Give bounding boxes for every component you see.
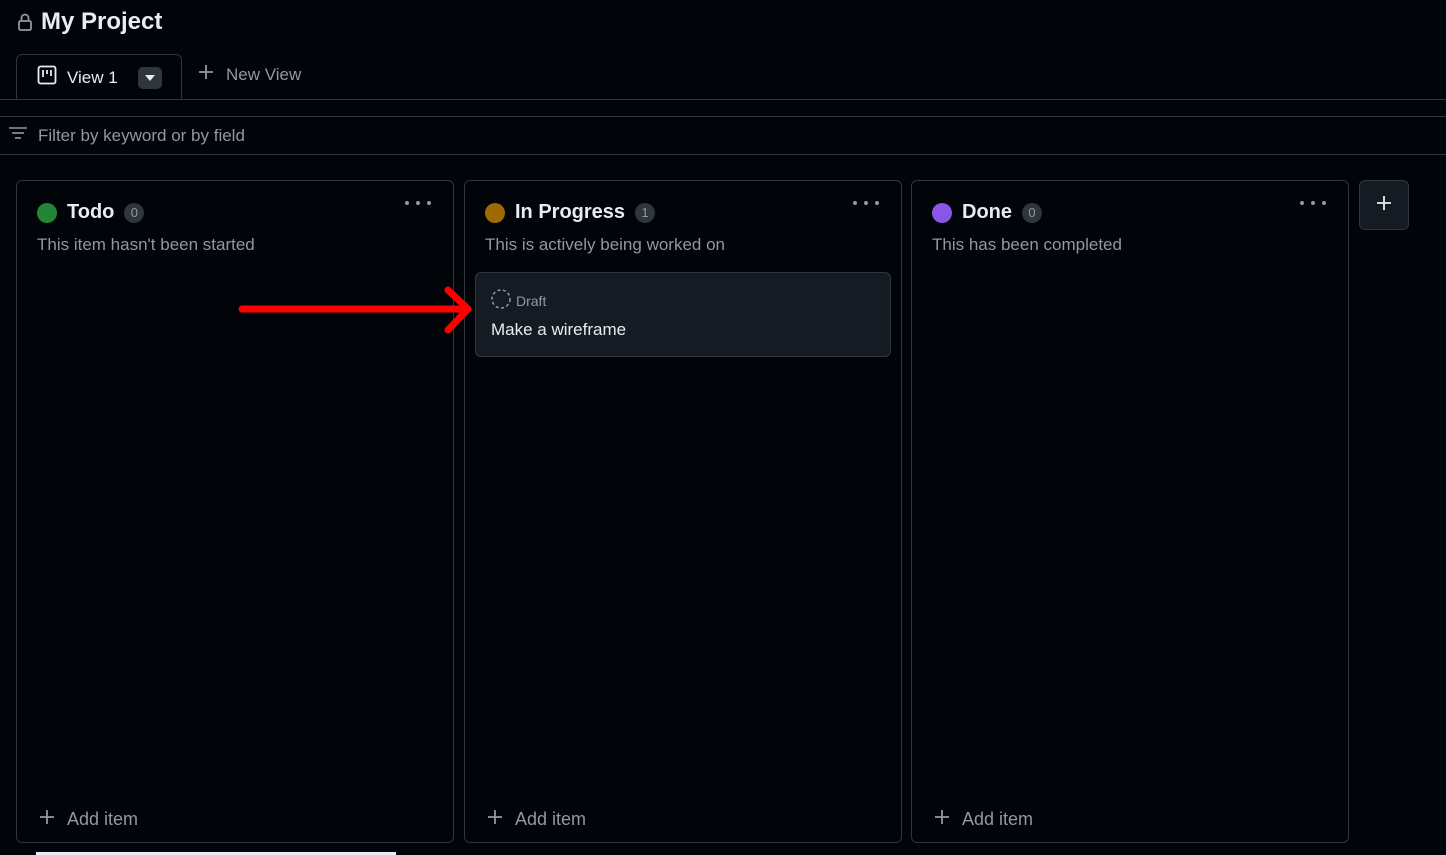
add-item-label: Add item bbox=[515, 809, 587, 829]
filter-icon bbox=[8, 125, 28, 146]
kebab-horizontal-icon[interactable] bbox=[405, 195, 431, 211]
add-item-button[interactable]: Add item bbox=[934, 809, 1033, 830]
column-title: Done bbox=[962, 201, 1012, 223]
item-count-badge: 0 bbox=[124, 202, 145, 223]
red-arrow-annotation bbox=[236, 282, 476, 343]
add-column-button[interactable] bbox=[1359, 180, 1409, 230]
status-dot bbox=[932, 202, 952, 223]
column-todo: Todo 0 This item hasn't been started Add… bbox=[16, 180, 454, 843]
column-title: In Progress bbox=[515, 201, 626, 223]
triangle-down-icon bbox=[144, 74, 155, 81]
new-view-button[interactable]: New View bbox=[198, 64, 301, 85]
plus-icon bbox=[1376, 195, 1392, 216]
column-description: This has been completed bbox=[932, 235, 1122, 254]
project-title-row: My Project bbox=[17, 8, 162, 36]
plus-icon bbox=[487, 809, 503, 830]
page-title: My Project bbox=[41, 8, 163, 35]
column-header: Done 0 bbox=[932, 201, 1042, 224]
item-count-badge: 0 bbox=[1022, 202, 1042, 223]
project-header: My Project View 1 New View bbox=[0, 0, 1446, 100]
dashed-circle-icon bbox=[490, 288, 512, 313]
column-done: Done 0 This has been completed Add item bbox=[911, 180, 1349, 843]
new-view-label: New View bbox=[226, 64, 302, 84]
add-item-label: Add item bbox=[67, 809, 139, 829]
tab-view-1[interactable]: View 1 bbox=[16, 54, 182, 100]
item-count-badge: 1 bbox=[635, 202, 656, 223]
draft-label: Draft bbox=[516, 292, 547, 309]
status-dot bbox=[485, 202, 505, 223]
board-icon bbox=[37, 65, 57, 90]
card-title[interactable]: Make a wireframe bbox=[491, 320, 626, 340]
column-in-progress: In Progress 1 This is actively being wor… bbox=[464, 180, 902, 843]
draft-status: Draft bbox=[490, 288, 546, 313]
add-item-button[interactable]: Add item bbox=[39, 809, 138, 830]
plus-icon bbox=[198, 64, 214, 85]
view-options-button[interactable] bbox=[137, 66, 162, 89]
filter-bar[interactable]: Filter by keyword or by field bbox=[0, 116, 1446, 155]
tab-label: View 1 bbox=[67, 67, 118, 87]
filter-input[interactable]: Filter by keyword or by field bbox=[38, 126, 245, 146]
kebab-horizontal-icon[interactable] bbox=[1300, 195, 1326, 211]
plus-icon bbox=[39, 809, 55, 830]
plus-icon bbox=[934, 809, 950, 830]
column-header: In Progress 1 bbox=[485, 201, 656, 224]
column-description: This is actively being worked on bbox=[485, 235, 726, 254]
column-title: Todo bbox=[67, 201, 115, 223]
add-item-button[interactable]: Add item bbox=[487, 809, 586, 830]
draft-card[interactable]: Draft Make a wireframe bbox=[475, 272, 891, 357]
column-description: This item hasn't been started bbox=[37, 235, 255, 254]
kebab-horizontal-icon[interactable] bbox=[853, 195, 879, 211]
column-header: Todo 0 bbox=[37, 201, 145, 224]
tabs-divider bbox=[0, 99, 1446, 100]
add-item-label: Add item bbox=[962, 809, 1034, 829]
lock-icon bbox=[17, 12, 33, 32]
status-dot bbox=[37, 202, 57, 223]
